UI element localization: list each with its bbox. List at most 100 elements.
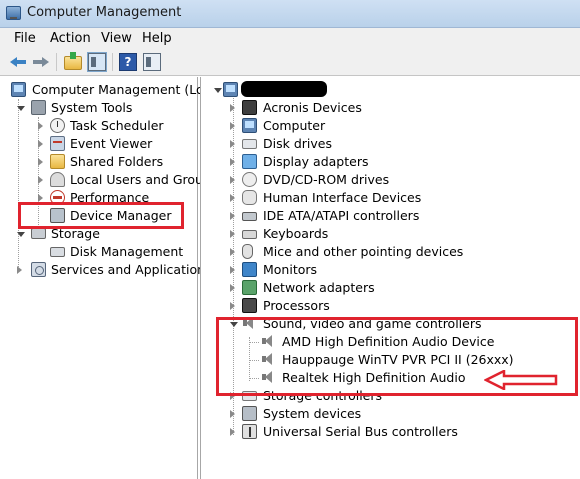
back-icon[interactable] — [9, 53, 27, 71]
tree-label: Shared Folders — [70, 154, 164, 169]
toolbar-separator — [56, 53, 57, 71]
tree-item-services[interactable]: Services and Applications — [0, 261, 212, 279]
tree-item-local-users[interactable]: Local Users and Groups — [0, 171, 217, 189]
tree-label: System Tools — [51, 100, 133, 115]
action-pane-icon[interactable] — [143, 53, 161, 71]
expand-arrow-icon[interactable] — [230, 212, 235, 220]
forward-icon[interactable] — [32, 53, 50, 71]
redacted-computer-name — [241, 81, 327, 97]
chip-icon — [242, 100, 257, 115]
tree-item-processors[interactable]: Processors — [200, 297, 580, 315]
tools-icon — [31, 100, 46, 115]
network-adapter-icon — [242, 280, 257, 295]
tree-label: Task Scheduler — [70, 118, 164, 133]
display-adapter-icon — [242, 154, 257, 169]
tree-label: Network adapters — [263, 280, 375, 295]
disk-drive-icon — [242, 139, 257, 149]
tree-item-usb-controllers[interactable]: Universal Serial Bus controllers — [200, 423, 580, 441]
tree-label: Processors — [263, 298, 330, 313]
disk-icon — [50, 247, 65, 257]
tree-item-event-viewer[interactable]: Event Viewer — [0, 135, 198, 153]
expand-arrow-icon[interactable] — [230, 140, 235, 148]
highlight-arrow-icon — [484, 370, 558, 390]
users-icon — [50, 172, 65, 187]
expand-arrow-icon[interactable] — [38, 194, 43, 202]
tree-item-system-devices[interactable]: System devices — [200, 405, 580, 423]
tree-label: DVD/CD-ROM drives — [263, 172, 390, 187]
folder-icon — [50, 154, 65, 169]
expand-arrow-icon[interactable] — [230, 230, 235, 238]
mouse-icon — [242, 244, 253, 259]
keyboard-icon — [242, 230, 257, 239]
expand-arrow-icon[interactable] — [230, 284, 235, 292]
menu-file[interactable]: File — [14, 31, 36, 46]
event-viewer-icon — [50, 136, 65, 151]
tree-item-keyboards[interactable]: Keyboards — [200, 225, 580, 243]
computer-icon — [223, 82, 238, 97]
tree-item-disk-management[interactable]: Disk Management — [0, 243, 198, 261]
tree-item-network-adapters[interactable]: Network adapters — [200, 279, 580, 297]
expand-arrow-icon[interactable] — [230, 122, 235, 130]
expand-arrow-icon[interactable] — [230, 428, 235, 436]
tree-item-mice[interactable]: Mice and other pointing devices — [200, 243, 580, 261]
tree-item-ide-controllers[interactable]: IDE ATA/ATAPI controllers — [200, 207, 580, 225]
tree-item-human-interface-devices[interactable]: Human Interface Devices — [200, 189, 580, 207]
tree-label: Keyboards — [263, 226, 329, 241]
tree-label: Acronis Devices — [263, 100, 362, 115]
expand-arrow-icon[interactable] — [38, 140, 43, 148]
show-hide-console-tree-icon[interactable] — [87, 52, 107, 72]
expand-arrow-icon[interactable] — [230, 410, 235, 418]
expand-arrow-icon[interactable] — [38, 158, 43, 166]
expand-arrow-icon[interactable] — [38, 176, 43, 184]
tree-label: Computer — [263, 118, 326, 133]
help-icon[interactable]: ? — [119, 53, 137, 71]
menu-view[interactable]: View — [101, 31, 132, 46]
tree-label: Disk Management — [70, 244, 184, 259]
expand-arrow-icon[interactable] — [230, 302, 235, 310]
tree-label: Event Viewer — [70, 136, 153, 151]
expand-arrow-icon[interactable] — [230, 248, 235, 256]
menu-action[interactable]: Action — [50, 31, 91, 46]
expand-arrow-icon[interactable] — [38, 122, 43, 130]
ide-controller-icon — [242, 212, 257, 221]
dvd-drive-icon — [242, 172, 257, 187]
tree-label: Computer Management (Local — [32, 82, 222, 97]
tree-item-task-scheduler[interactable]: Task Scheduler — [0, 117, 198, 135]
collapse-arrow-icon[interactable] — [214, 88, 222, 93]
menu-help[interactable]: Help — [142, 31, 172, 46]
tree-label: Human Interface Devices — [263, 190, 422, 205]
tree-label: Local Users and Groups — [70, 172, 218, 187]
tree-item-dvd-cdrom-drives[interactable]: DVD/CD-ROM drives — [200, 171, 580, 189]
tree-label: Disk drives — [263, 136, 332, 151]
collapse-arrow-icon[interactable] — [17, 232, 25, 237]
tree-label: Display adapters — [263, 154, 369, 169]
system-device-icon — [242, 406, 257, 421]
tree-label: Services and Applications — [51, 262, 212, 277]
tree-item-system-tools[interactable]: System Tools — [0, 99, 198, 117]
tree-item-disk-drives[interactable]: Disk drives — [200, 135, 580, 153]
toolbar-separator — [112, 53, 113, 71]
toolbar: ? — [0, 48, 580, 76]
expand-arrow-icon[interactable] — [230, 194, 235, 202]
tree-label: Monitors — [263, 262, 318, 277]
expand-arrow-icon[interactable] — [230, 266, 235, 274]
console-tree-pane[interactable]: Computer Management (Local System Tools … — [0, 77, 222, 479]
tree-label: Universal Serial Bus controllers — [263, 424, 458, 439]
computer-icon — [11, 82, 26, 97]
expand-arrow-icon[interactable] — [230, 104, 235, 112]
expand-arrow-icon[interactable] — [230, 158, 235, 166]
tree-item-monitors[interactable]: Monitors — [200, 261, 580, 279]
storage-icon — [31, 228, 46, 239]
up-icon[interactable] — [64, 52, 82, 70]
tree-item-acronis-devices[interactable]: Acronis Devices — [200, 99, 580, 117]
device-manager-highlight-box — [18, 202, 184, 229]
tree-item-shared-folders[interactable]: Shared Folders — [0, 153, 198, 171]
tree-item-display-adapters[interactable]: Display adapters — [200, 153, 580, 171]
tree-item-computer[interactable]: Computer — [200, 117, 580, 135]
services-icon — [31, 262, 46, 277]
tree-item-root[interactable]: Computer Management (Local — [0, 81, 222, 99]
expand-arrow-icon[interactable] — [17, 266, 22, 274]
expand-arrow-icon[interactable] — [230, 176, 235, 184]
hid-icon — [242, 190, 257, 205]
collapse-arrow-icon[interactable] — [17, 106, 25, 111]
